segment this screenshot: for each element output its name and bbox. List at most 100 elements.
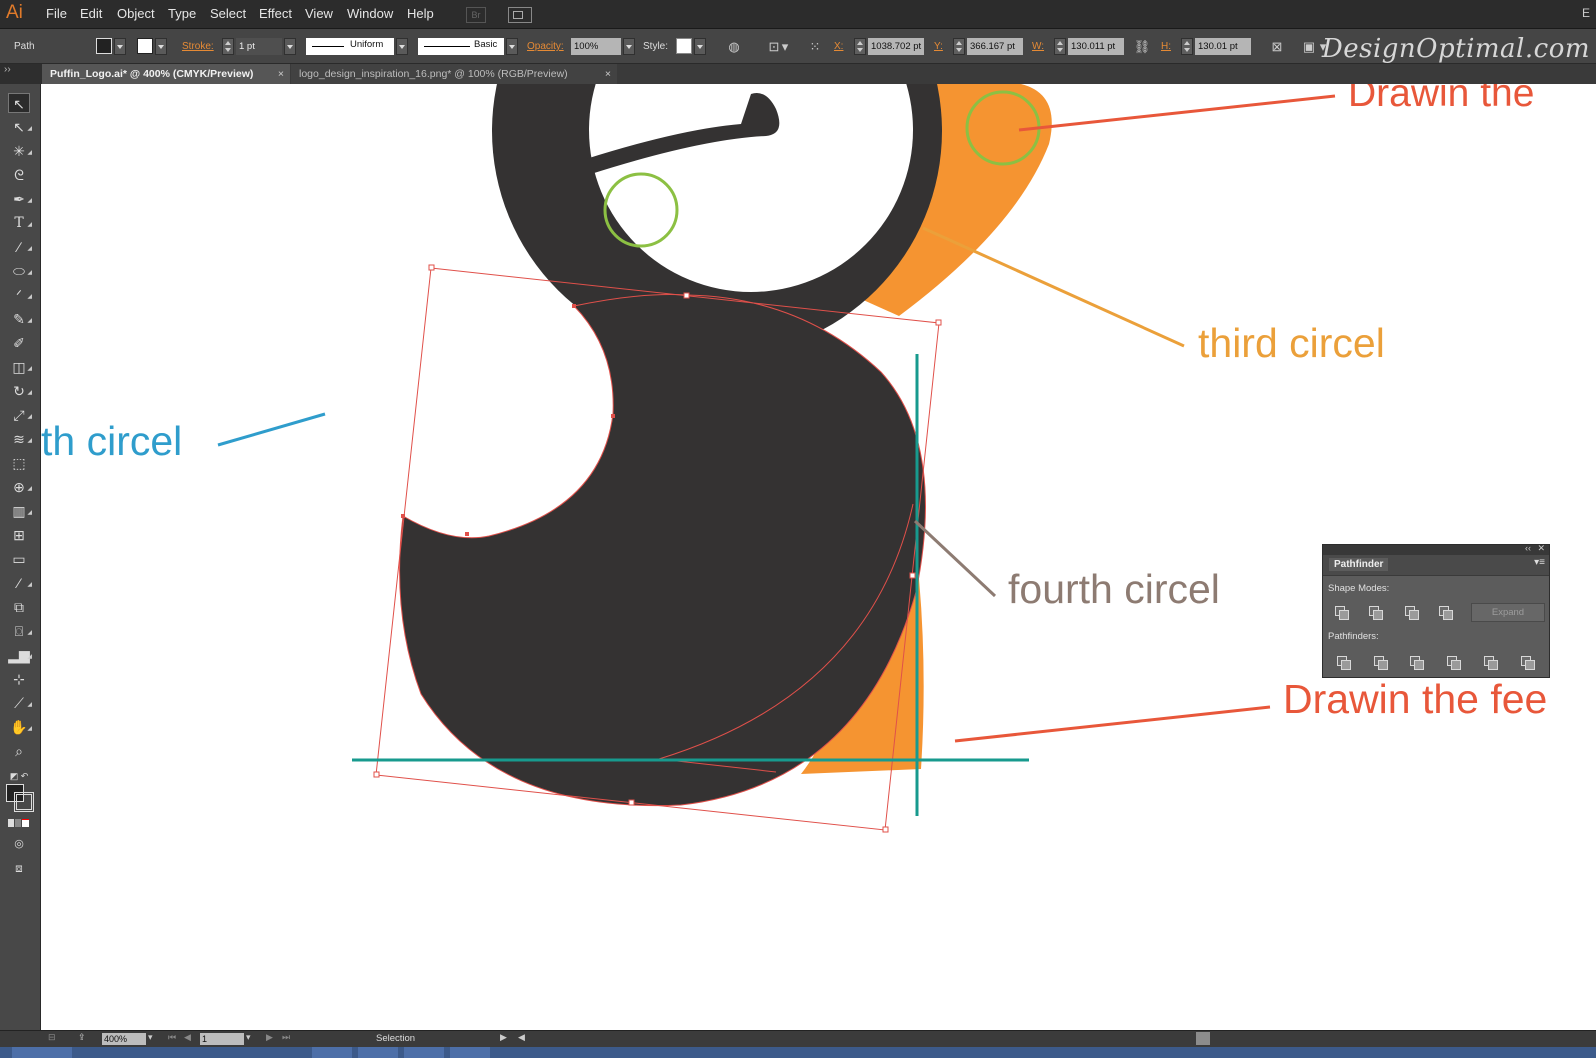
brush-dropdown[interactable]: [506, 38, 518, 55]
width-label[interactable]: W:: [1032, 41, 1044, 52]
line-tool-icon[interactable]: ∕ ◢: [8, 237, 32, 257]
next-artboard-icon[interactable]: ▶: [266, 1032, 273, 1043]
menu-help[interactable]: Help: [407, 6, 434, 21]
width-field[interactable]: 130.011 pt: [1068, 38, 1124, 55]
ellipse-tool-icon[interactable]: ⬭ ◢: [8, 261, 32, 281]
blend-tool-icon[interactable]: ⧉: [8, 597, 30, 617]
opacity-slider-button[interactable]: [623, 38, 635, 55]
transform-icon[interactable]: ⊠: [1268, 38, 1286, 55]
pen-tool-icon[interactable]: ✒ ◢: [8, 189, 32, 209]
type-tool-icon[interactable]: T ◢: [8, 213, 32, 233]
gradient-tool-icon[interactable]: ▭: [8, 549, 30, 569]
trim-icon[interactable]: [1372, 655, 1388, 670]
rotate-tool-icon[interactable]: ↻ ◢: [8, 381, 32, 401]
fill-dropdown[interactable]: [114, 38, 126, 55]
y-label[interactable]: Y:: [934, 41, 943, 52]
horizontal-scroll-thumb[interactable]: [1196, 1032, 1210, 1045]
collapse-icon[interactable]: ››: [4, 64, 11, 75]
taskbar-item[interactable]: [312, 1047, 352, 1058]
lasso-tool-icon[interactable]: ᘓ: [8, 165, 30, 185]
unite-icon[interactable]: [1333, 605, 1349, 620]
magic-wand-tool-icon[interactable]: ✳ ◢: [8, 141, 32, 161]
menu-view[interactable]: View: [305, 6, 333, 21]
shape-builder-tool-icon[interactable]: ⊕ ◢: [8, 477, 32, 497]
column-graph-tool-icon[interactable]: ▂▆ ◢: [8, 645, 32, 665]
constrain-proportions-icon[interactable]: ⛓: [1133, 38, 1151, 55]
default-fill-stroke-icon[interactable]: ◩ ↶: [8, 766, 30, 786]
workspace-label[interactable]: E: [1582, 6, 1590, 20]
stroke-color-icon[interactable]: [14, 792, 34, 812]
slice-tool-icon[interactable]: ⟋ ◢: [8, 693, 32, 713]
y-field[interactable]: 366.167 pt: [967, 38, 1023, 55]
zoom-dropdown-icon[interactable]: ▾: [148, 1032, 153, 1043]
hand-tool-icon[interactable]: ✋ ◢: [8, 717, 32, 737]
divide-icon[interactable]: [1335, 655, 1351, 670]
selection-tool-icon[interactable]: ↖: [8, 93, 30, 113]
panel-close-icon[interactable]: ✕: [1537, 543, 1545, 554]
color-mode-icons[interactable]: [8, 819, 30, 827]
free-transform-tool-icon[interactable]: ⬚: [8, 453, 30, 473]
y-spinner[interactable]: [953, 38, 965, 55]
tab-close-icon[interactable]: ×: [605, 64, 611, 84]
x-field[interactable]: 1038.702 pt: [868, 38, 924, 55]
menu-object[interactable]: Object: [117, 6, 155, 21]
perspective-grid-tool-icon[interactable]: ▥ ◢: [8, 501, 32, 521]
mesh-tool-icon[interactable]: ⊞: [8, 525, 30, 545]
symbol-sprayer-tool-icon[interactable]: ⌼ ◢: [8, 621, 32, 641]
bridge-button[interactable]: Br: [466, 7, 486, 23]
menu-edit[interactable]: Edit: [80, 6, 102, 21]
outline-icon[interactable]: [1482, 655, 1498, 670]
x-label[interactable]: X:: [834, 41, 843, 52]
stroke-swatch[interactable]: [137, 38, 153, 54]
opacity-field[interactable]: 100%: [571, 38, 621, 55]
artboard-number-field[interactable]: 1: [200, 1033, 244, 1045]
menu-type[interactable]: Type: [168, 6, 196, 21]
minus-front-icon[interactable]: [1367, 605, 1383, 620]
style-swatch[interactable]: [676, 38, 692, 54]
zoom-field[interactable]: 400%: [102, 1033, 146, 1045]
panel-menu-icon[interactable]: ▾≡: [1534, 557, 1545, 568]
exclude-icon[interactable]: [1437, 605, 1453, 620]
pencil-tool-icon[interactable]: ✎ ◢: [8, 309, 32, 329]
taskbar-item[interactable]: [404, 1047, 444, 1058]
drawing-mode-icon[interactable]: ◎: [8, 834, 30, 854]
stroke-profile-field[interactable]: Uniform: [306, 38, 394, 55]
menu-window[interactable]: Window: [347, 6, 393, 21]
share-icon[interactable]: ⇪: [78, 1032, 86, 1043]
style-dropdown[interactable]: [694, 38, 706, 55]
stroke-profile-dropdown[interactable]: [396, 38, 408, 55]
intersect-icon[interactable]: [1403, 605, 1419, 620]
paintbrush-tool-icon[interactable]: ᐟ ◢: [8, 285, 32, 305]
stroke-label[interactable]: Stroke:: [182, 41, 214, 52]
recolor-artwork-icon[interactable]: ◍: [725, 38, 743, 55]
taskbar-item[interactable]: [12, 1047, 72, 1058]
first-artboard-icon[interactable]: ⏮: [168, 1032, 176, 1043]
width-tool-icon[interactable]: ≋ ◢: [8, 429, 32, 449]
x-spinner[interactable]: [854, 38, 866, 55]
screen-mode-icon[interactable]: ⧈: [8, 858, 30, 878]
height-label[interactable]: H:: [1161, 41, 1171, 52]
isolate-icon[interactable]: ▣: [1300, 38, 1318, 55]
align-dropdown-icon[interactable]: ▾: [780, 38, 790, 55]
merge-icon[interactable]: [1408, 655, 1424, 670]
stroke-swatch-dropdown[interactable]: [155, 38, 167, 55]
expand-button[interactable]: Expand: [1471, 603, 1545, 622]
menu-effect[interactable]: Effect: [259, 6, 292, 21]
blob-brush-tool-icon[interactable]: ✐: [8, 333, 30, 353]
previous-artboard-icon[interactable]: ◀: [184, 1032, 191, 1043]
menu-select[interactable]: Select: [210, 6, 246, 21]
eyedropper-tool-icon[interactable]: ⁄ ◢: [8, 573, 32, 593]
direct-selection-tool-icon[interactable]: ↖ ◢: [8, 117, 32, 137]
scale-tool-icon[interactable]: ⤢ ◢: [8, 405, 32, 425]
artboard-nav-icon[interactable]: ⊟: [48, 1032, 56, 1043]
opacity-label[interactable]: Opacity:: [527, 41, 564, 52]
artboard-dropdown-icon[interactable]: ▾: [246, 1032, 251, 1043]
stroke-weight-spinner[interactable]: [222, 38, 234, 55]
taskbar-item[interactable]: [358, 1047, 398, 1058]
height-spinner[interactable]: [1181, 38, 1193, 55]
width-spinner[interactable]: [1054, 38, 1066, 55]
tab-close-icon[interactable]: ×: [278, 64, 284, 84]
pathfinder-tab[interactable]: Pathfinder: [1329, 558, 1389, 571]
zoom-tool-icon[interactable]: ⌕: [8, 741, 30, 761]
status-menu-icon[interactable]: ▶: [500, 1032, 507, 1043]
